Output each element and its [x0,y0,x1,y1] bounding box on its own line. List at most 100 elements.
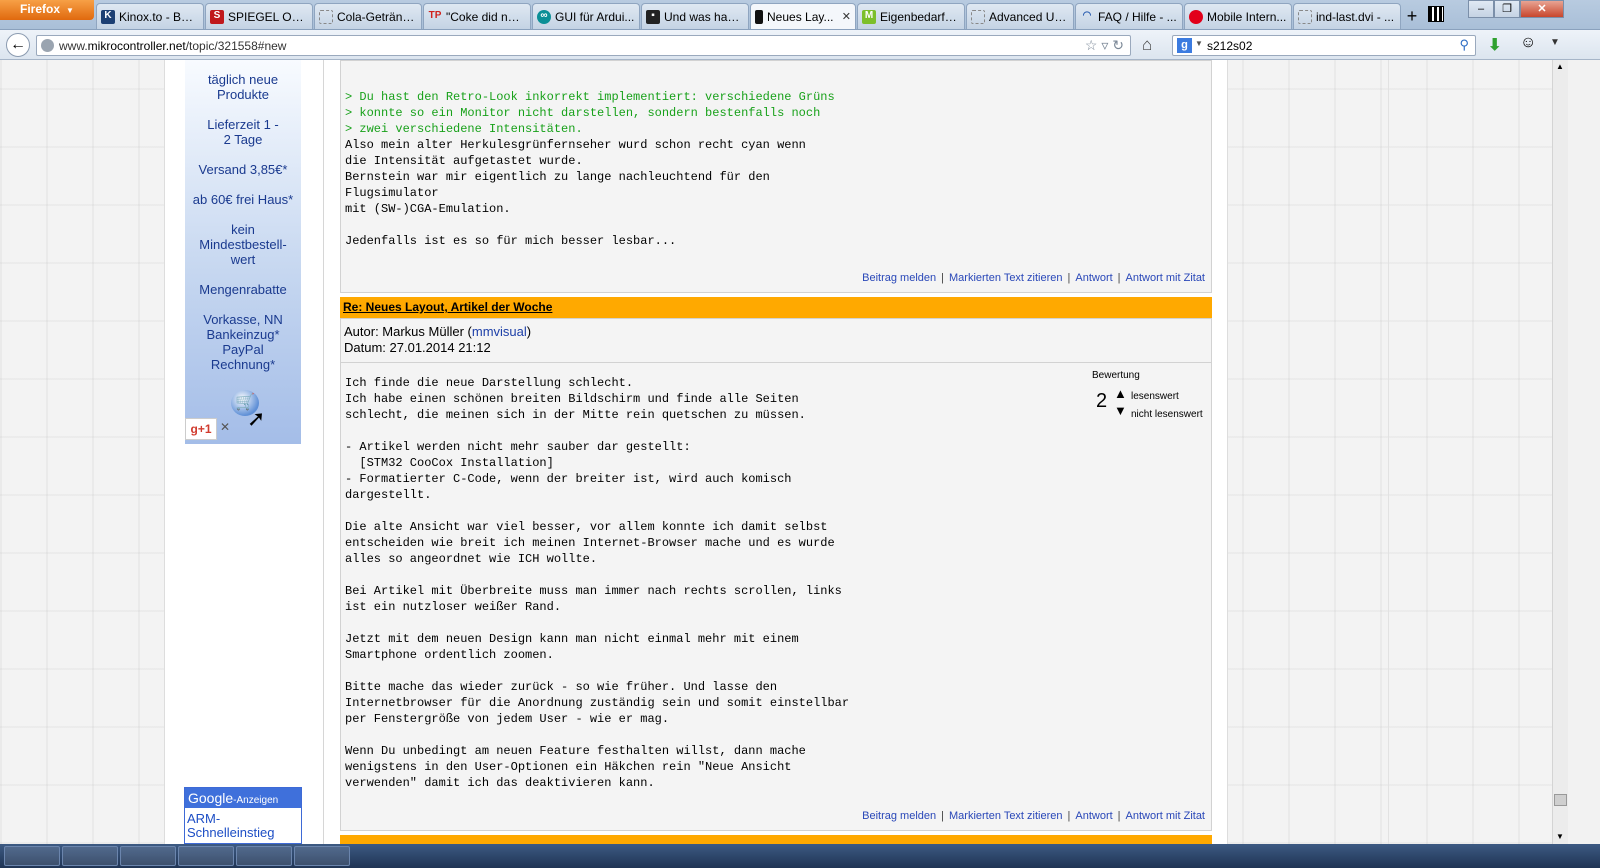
report-post-link[interactable]: Beitrag melden [862,272,936,284]
tab-neues-layout[interactable]: Neues Lay... ✕ [750,3,856,29]
close-icon[interactable]: ✕ [220,420,230,434]
post-1-actions: Beitrag melden | Markierten Text zitieren |… [862,272,1205,284]
separator: | [941,810,944,822]
reload-icon[interactable]: ↻ [1112,37,1124,53]
upvote-triangle-icon[interactable]: ▲ [1114,386,1127,401]
address-bar-icons: ☆ ▿ ↻ [1085,37,1124,54]
taskbar-start-button[interactable] [4,846,60,866]
author-username-link[interactable]: mmvisual [472,324,527,339]
engine-dropdown-icon[interactable]: ▼ [1195,39,1203,48]
addon-face-icon[interactable]: ☺ [1520,34,1536,52]
tab-spiegel[interactable]: S SPIEGEL ONLI... [205,3,313,29]
address-bar[interactable]: www.mikrocontroller.net/topic/321558#new… [36,35,1131,56]
post-2: Ich finde die neue Darstellung schlecht.… [340,318,1212,831]
home-icon[interactable]: ⌂ [1142,35,1152,55]
maximize-icon[interactable]: ❐ [1494,0,1520,18]
downvote-triangle-icon[interactable]: ▼ [1114,403,1127,418]
back-arrow-icon[interactable]: ← [6,33,30,57]
close-tab-icon[interactable]: ✕ [842,10,851,23]
os-taskbar [0,844,1600,868]
rating-widget: Bewertung 2 ▲ lesenswert ▼ nicht lesensw… [1092,370,1203,420]
vertical-scrollbar[interactable]: ▲ ▼ [1552,60,1568,844]
post-2-header: Re: Neues Layout, Artikel der Woche [340,297,1212,318]
shop-advertisement[interactable]: täglich neue Produkte Lieferzeit 1 - 2 T… [185,60,301,444]
download-arrow-icon[interactable]: ⬇ [1488,35,1501,55]
new-tab-plus-icon[interactable]: + [1401,5,1423,27]
tab-label: Advanced Us... [989,9,1069,24]
post-1-text: Also mein alter Herkulesgrünfernseher wu… [345,138,806,248]
tab-label: SPIEGEL ONLI... [228,9,308,24]
reply-link[interactable]: Antwort [1075,810,1112,822]
scroll-up-arrow-icon[interactable]: ▲ [1556,62,1564,71]
search-bar[interactable]: g ▼ s212s02 ⚲ [1172,35,1476,56]
dropdown-arrow-icon[interactable]: ▿ [1101,37,1108,53]
tab-und-was[interactable]: ▪ Und was hab i... [641,3,749,29]
post-2-title-link[interactable]: Re: Neues Layout, Artikel der Woche [343,300,552,314]
url-text: www.mikrocontroller.net/topic/321558#new [59,39,286,53]
tab-label: Neues Lay... [767,9,834,24]
taskbar-button[interactable] [178,846,234,866]
bookmark-star-icon[interactable]: ☆ [1085,37,1098,53]
post-2-author: Autor: Markus Müller (mmvisual) [344,324,531,340]
scroll-down-arrow-icon[interactable]: ▼ [1556,832,1564,841]
tab-coke[interactable]: TP "Coke did not... [423,3,531,29]
reply-link[interactable]: Antwort [1075,272,1112,284]
tab-label: GUI für Ardui... [555,9,635,24]
upvote-label[interactable]: lesenswert [1131,391,1179,402]
google-engine-icon[interactable]: g [1177,38,1192,53]
tab-faq[interactable]: ◠ FAQ / Hilfe - ... [1075,3,1183,29]
blank-page-icon [1298,9,1312,24]
tab-label: FAQ / Hilfe - ... [1098,9,1177,24]
chevron-down-icon: ▼ [66,6,74,15]
search-input[interactable]: s212s02 [1207,39,1252,53]
quote-marked-link[interactable]: Markierten Text zitieren [949,272,1063,284]
google-ads-box: Google-Anzeigen ARM-Schnelleinstieg [184,787,302,844]
quote-marked-link[interactable]: Markierten Text zitieren [949,810,1063,822]
google-ads-header: Google-Anzeigen [185,788,301,808]
downvote-label[interactable]: nicht lesenswert [1131,409,1203,420]
tab-mobile[interactable]: Mobile Intern... [1184,3,1292,29]
taskbar-button[interactable] [120,846,176,866]
taskbar-button[interactable] [294,846,350,866]
qr-code-icon[interactable] [1428,6,1444,22]
m-favicon-icon: M [862,9,876,24]
minimize-icon[interactable]: – [1468,0,1494,18]
close-window-icon[interactable]: ✕ [1520,0,1564,18]
ad-line: Versand 3,85€* [198,162,288,177]
mouse-cursor-icon: ➚ [247,406,266,431]
post-1-body: > Du hast den Retro-Look inkorrekt imple… [341,61,1211,249]
tab-kinox[interactable]: K Kinox.to - Bes... [96,3,204,29]
separator: | [1067,810,1071,822]
document-favicon-icon [755,9,763,24]
tab-advanced[interactable]: Advanced Us... [966,3,1074,29]
search-icon[interactable]: ⚲ [1459,37,1469,53]
taskbar-button[interactable] [236,846,292,866]
separator: | [941,272,944,284]
reply-with-quote-link[interactable]: Antwort mit Zitat [1126,810,1205,822]
taskbar-button[interactable] [62,846,118,866]
navigation-toolbar: ← www.mikrocontroller.net/topic/321558#n… [0,30,1600,60]
tab-arduino[interactable]: ∞ GUI für Ardui... [532,3,640,29]
tab-label: Mobile Intern... [1207,9,1287,24]
tab-cola[interactable]: Cola-Getränk... [314,3,422,29]
tab-label: "Coke did not... [446,9,526,24]
quoted-text: > Du hast den Retro-Look inkorrekt imple… [345,90,835,136]
vodafone-favicon-icon [1189,9,1203,24]
toolbar-menu-chevron-icon[interactable]: ▼ [1550,37,1560,48]
tab-ind-last[interactable]: ind-last.dvi - ... [1293,3,1401,29]
divider [341,362,1211,363]
scrollbar-thumb[interactable] [1554,794,1567,806]
separator: | [1117,272,1121,284]
rating-label: Bewertung [1092,370,1140,381]
wave-favicon-icon: ◠ [1082,9,1092,21]
tab-strip: K Kinox.to - Bes... S SPIEGEL ONLI... Cola… [96,3,1402,29]
url-path: /topic/321558#new [185,39,287,53]
report-post-link[interactable]: Beitrag melden [862,810,936,822]
reply-with-quote-link[interactable]: Antwort mit Zitat [1126,272,1205,284]
firefox-menu-button[interactable]: Firefox ▼ [0,0,94,20]
tab-bar: Firefox ▼ K Kinox.to - Bes... S SPIEGEL ONL… [0,0,1600,30]
google-ad-link[interactable]: ARM-Schnelleinstieg [185,808,301,840]
ad-line: Mengenrabatte [199,282,287,297]
google-plus-one-button[interactable]: g+1 [185,418,217,440]
tab-eigenbedarf[interactable]: M Eigenbedarf n... [857,3,965,29]
